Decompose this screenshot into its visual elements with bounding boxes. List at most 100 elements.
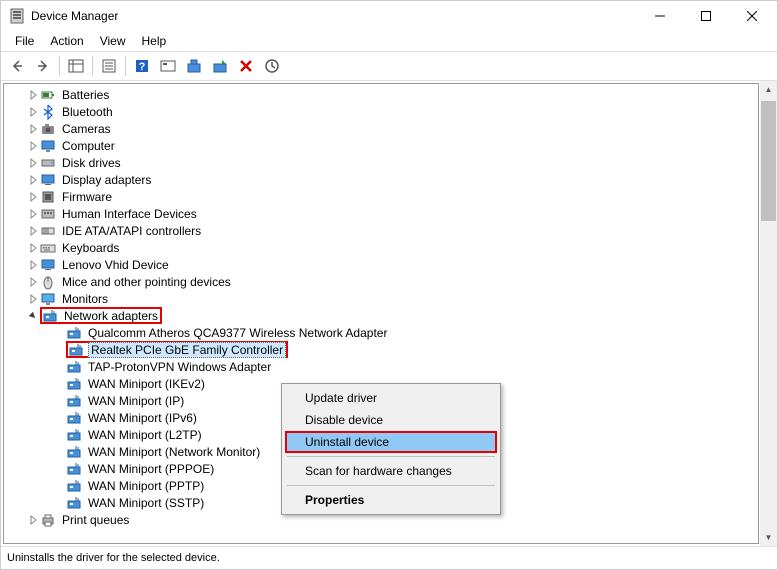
tree-category[interactable]: Firmware bbox=[4, 188, 758, 205]
back-button[interactable] bbox=[5, 54, 29, 78]
context-menu-separator bbox=[287, 456, 495, 457]
tree-device[interactable]: Realtek PCIe GbE Family Controller bbox=[4, 341, 758, 358]
tree-label: Print queues bbox=[60, 513, 131, 527]
disable-button[interactable] bbox=[208, 54, 232, 78]
tree-category[interactable]: Disk drives bbox=[4, 154, 758, 171]
context-menu-item[interactable]: Uninstall device bbox=[285, 431, 497, 453]
tree-label: WAN Miniport (IKEv2) bbox=[86, 377, 207, 391]
battery-icon bbox=[40, 87, 56, 103]
tree-label: Qualcomm Atheros QCA9377 Wireless Networ… bbox=[86, 326, 389, 340]
tree-label: WAN Miniport (Network Monitor) bbox=[86, 445, 262, 459]
tree-label: Keyboards bbox=[60, 241, 121, 255]
tree-category[interactable]: Monitors bbox=[4, 290, 758, 307]
help-button[interactable]: ? bbox=[130, 54, 154, 78]
computer-icon bbox=[40, 138, 56, 154]
tree-category[interactable]: Keyboards bbox=[4, 239, 758, 256]
tree-device[interactable]: Qualcomm Atheros QCA9377 Wireless Networ… bbox=[4, 324, 758, 341]
tree-category[interactable]: Human Interface Devices bbox=[4, 205, 758, 222]
tree-label: Lenovo Vhid Device bbox=[60, 258, 171, 272]
expand-icon[interactable] bbox=[26, 173, 40, 187]
properties-button[interactable] bbox=[97, 54, 121, 78]
toolbar-separator bbox=[125, 56, 126, 76]
tree-label: WAN Miniport (SSTP) bbox=[86, 496, 206, 510]
expand-icon[interactable] bbox=[26, 88, 40, 102]
camera-icon bbox=[40, 121, 56, 137]
context-menu-item[interactable]: Scan for hardware changes bbox=[285, 460, 497, 482]
menu-view[interactable]: View bbox=[92, 32, 134, 50]
print-icon bbox=[40, 512, 56, 528]
network-icon bbox=[66, 376, 82, 392]
expand-icon[interactable] bbox=[26, 139, 40, 153]
scroll-up-arrow[interactable]: ▲ bbox=[760, 81, 777, 98]
close-button[interactable] bbox=[729, 1, 775, 31]
network-icon bbox=[42, 308, 58, 324]
context-menu-item[interactable]: Update driver bbox=[285, 387, 497, 409]
tree-category[interactable]: Mice and other pointing devices bbox=[4, 273, 758, 290]
scan-hardware-button[interactable] bbox=[260, 54, 284, 78]
expand-icon[interactable] bbox=[26, 156, 40, 170]
context-menu-item[interactable]: Disable device bbox=[285, 409, 497, 431]
network-icon bbox=[66, 495, 82, 511]
context-menu-item[interactable]: Properties bbox=[285, 489, 497, 511]
show-hide-console-button[interactable] bbox=[64, 54, 88, 78]
expand-icon[interactable] bbox=[26, 190, 40, 204]
expand-icon[interactable] bbox=[26, 292, 40, 306]
content-area: Batteries BluetoothCameras ComputerDisk dr… bbox=[1, 81, 777, 547]
menu-file[interactable]: File bbox=[7, 32, 42, 50]
tree-category[interactable]: Cameras bbox=[4, 120, 758, 137]
minimize-button[interactable] bbox=[637, 1, 683, 31]
network-icon bbox=[66, 325, 82, 341]
scrollbar-thumb[interactable] bbox=[761, 101, 776, 221]
forward-button[interactable] bbox=[31, 54, 55, 78]
tree-category[interactable]: IDE ATA/ATAPI controllers bbox=[4, 222, 758, 239]
window-controls bbox=[637, 1, 775, 31]
tree-label: TAP-ProtonVPN Windows Adapter bbox=[86, 360, 273, 374]
scroll-down-arrow[interactable]: ▼ bbox=[760, 529, 777, 546]
tree-label: Firmware bbox=[60, 190, 114, 204]
tree-label: Bluetooth bbox=[60, 105, 115, 119]
window-title: Device Manager bbox=[31, 9, 637, 23]
action-button[interactable] bbox=[156, 54, 180, 78]
tree-label: Display adapters bbox=[60, 173, 153, 187]
tree-label: Batteries bbox=[60, 88, 111, 102]
tree-category[interactable]: Computer bbox=[4, 137, 758, 154]
tree-label: WAN Miniport (IP) bbox=[86, 394, 186, 408]
expand-icon[interactable] bbox=[26, 105, 40, 119]
ide-icon bbox=[40, 223, 56, 239]
uninstall-button[interactable] bbox=[234, 54, 258, 78]
tree-label: Mice and other pointing devices bbox=[60, 275, 233, 289]
update-driver-button[interactable] bbox=[182, 54, 206, 78]
tree-category[interactable]: Display adapters bbox=[4, 171, 758, 188]
app-icon bbox=[9, 8, 25, 24]
display-icon bbox=[40, 257, 56, 273]
tree-category[interactable]: Bluetooth bbox=[4, 103, 758, 120]
expand-icon[interactable] bbox=[26, 224, 40, 238]
menu-help[interactable]: Help bbox=[134, 32, 175, 50]
expand-icon[interactable] bbox=[26, 275, 40, 289]
expand-icon[interactable] bbox=[26, 258, 40, 272]
menu-action[interactable]: Action bbox=[42, 32, 91, 50]
network-icon bbox=[66, 461, 82, 477]
network-icon bbox=[66, 427, 82, 443]
network-icon bbox=[66, 410, 82, 426]
tree-label: WAN Miniport (PPPOE) bbox=[86, 462, 216, 476]
toolbar-separator bbox=[92, 56, 93, 76]
tree-category[interactable]: Lenovo Vhid Device bbox=[4, 256, 758, 273]
vertical-scrollbar[interactable]: ▲ ▼ bbox=[760, 81, 777, 546]
tree-category[interactable]: Batteries bbox=[4, 86, 758, 103]
expand-icon[interactable] bbox=[26, 122, 40, 136]
expand-icon[interactable] bbox=[26, 207, 40, 221]
network-icon bbox=[66, 478, 82, 494]
tree-device[interactable]: TAP-ProtonVPN Windows Adapter bbox=[4, 358, 758, 375]
expand-icon[interactable] bbox=[26, 513, 40, 527]
disk-icon bbox=[40, 155, 56, 171]
tree-label: WAN Miniport (PPTP) bbox=[86, 479, 206, 493]
tree-category[interactable]: Network adapters bbox=[4, 307, 758, 324]
expand-icon[interactable] bbox=[26, 241, 40, 255]
collapse-icon[interactable] bbox=[26, 309, 40, 323]
tree-label: Computer bbox=[60, 139, 117, 153]
statusbar: Uninstalls the driver for the selected d… bbox=[1, 547, 777, 569]
toolbar: ? bbox=[1, 51, 777, 81]
maximize-button[interactable] bbox=[683, 1, 729, 31]
status-text: Uninstalls the driver for the selected d… bbox=[7, 552, 220, 564]
